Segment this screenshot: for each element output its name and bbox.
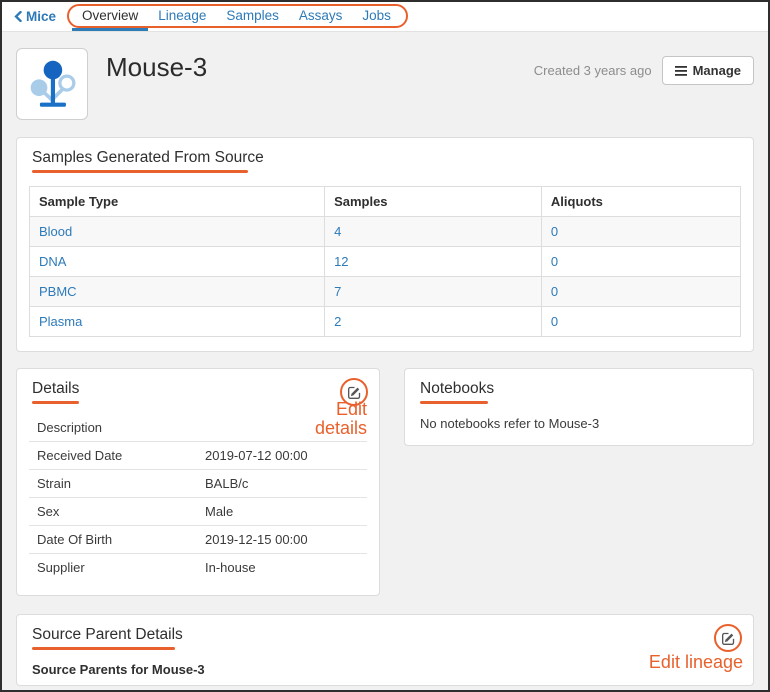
details-panel-heading: Details <box>29 380 79 398</box>
detail-row: Sex Male <box>29 498 367 526</box>
aliquots-count-link[interactable]: 0 <box>551 254 558 269</box>
page-title: Mouse-3 <box>106 52 207 83</box>
detail-value: 2019-12-15 00:00 <box>197 526 367 554</box>
edit-details-button[interactable] <box>340 378 368 406</box>
edit-pencil-icon <box>721 631 736 646</box>
annotation-underline-samples <box>32 170 248 173</box>
samples-summary-table: Sample Type Samples Aliquots Blood 4 0 D… <box>29 186 741 337</box>
detail-value: In-house <box>197 554 367 582</box>
aliquots-count-link[interactable]: 0 <box>551 284 558 299</box>
notebooks-empty-text: No notebooks refer to Mouse-3 <box>417 416 741 431</box>
table-header-row: Sample Type Samples Aliquots <box>30 187 741 217</box>
annotation-underline-source-parents <box>32 647 175 650</box>
created-timestamp: Created 3 years ago <box>534 63 652 78</box>
detail-row: Date Of Birth 2019-12-15 00:00 <box>29 526 367 554</box>
detail-label: Received Date <box>29 442 197 470</box>
source-parents-subheading: Source Parents for Mouse-3 <box>29 662 741 677</box>
table-row: DNA 12 0 <box>30 247 741 277</box>
samples-panel-heading: Samples Generated From Source <box>29 149 264 167</box>
detail-row: Supplier In-house <box>29 554 367 582</box>
edit-lineage-button[interactable] <box>714 624 742 652</box>
sample-type-link[interactable]: Plasma <box>39 314 82 329</box>
detail-label: Sex <box>29 498 197 526</box>
details-panel: Details Edit details Descr <box>16 368 380 596</box>
aliquots-count-link[interactable]: 0 <box>551 224 558 239</box>
samples-count-link[interactable]: 4 <box>334 224 341 239</box>
samples-count-link[interactable]: 7 <box>334 284 341 299</box>
tab-jobs[interactable]: Jobs <box>352 2 401 31</box>
edit-details-control <box>340 378 368 406</box>
detail-row: Received Date 2019-07-12 00:00 <box>29 442 367 470</box>
table-row: PBMC 7 0 <box>30 277 741 307</box>
samples-count-link[interactable]: 12 <box>334 254 348 269</box>
details-table: Description Received Date 2019-07-12 00:… <box>29 414 367 581</box>
manage-button-label: Manage <box>693 63 741 78</box>
edit-pencil-icon <box>347 385 362 400</box>
detail-value: 2019-07-12 00:00 <box>197 442 367 470</box>
detail-value <box>197 414 367 442</box>
detail-label: Strain <box>29 470 197 498</box>
notebooks-panel-heading: Notebooks <box>417 380 494 398</box>
detail-row: Strain BALB/c <box>29 470 367 498</box>
column-header-samples: Samples <box>325 187 542 217</box>
tab-bar: Overview Lineage Samples Assays Jobs <box>72 2 401 31</box>
tab-samples[interactable]: Samples <box>216 2 289 31</box>
tab-overview[interactable]: Overview <box>72 2 148 31</box>
column-header-aliquots: Aliquots <box>541 187 740 217</box>
detail-row: Description <box>29 414 367 442</box>
page-header: Mouse-3 Created 3 years ago Manage <box>16 48 754 120</box>
aliquots-count-link[interactable]: 0 <box>551 314 558 329</box>
back-link-label: Mice <box>26 9 56 24</box>
top-nav: Mice Overview Lineage Samples Assays Job… <box>2 2 768 32</box>
samples-count-link[interactable]: 2 <box>334 314 341 329</box>
table-row: Plasma 2 0 <box>30 307 741 337</box>
table-row: Blood 4 0 <box>30 217 741 247</box>
manage-button[interactable]: Manage <box>662 56 754 85</box>
source-parents-heading: Source Parent Details <box>29 626 183 644</box>
edit-lineage-control <box>714 624 742 652</box>
page-body: Mouse-3 Created 3 years ago Manage Sampl… <box>2 48 768 686</box>
hamburger-menu-icon <box>675 66 687 76</box>
detail-value: Male <box>197 498 367 526</box>
sample-type-link[interactable]: PBMC <box>39 284 77 299</box>
back-to-mice-link[interactable]: Mice <box>14 2 56 31</box>
annotation-underline-details <box>32 401 79 404</box>
chevron-left-icon <box>14 11 22 22</box>
lineage-tree-icon <box>26 58 78 110</box>
annotation-underline-notebooks <box>420 401 488 404</box>
sample-type-link[interactable]: Blood <box>39 224 72 239</box>
detail-value: BALB/c <box>197 470 367 498</box>
header-actions: Created 3 years ago Manage <box>534 56 754 85</box>
sample-type-link[interactable]: DNA <box>39 254 66 269</box>
notebooks-panel: Notebooks No notebooks refer to Mouse-3 <box>404 368 754 446</box>
column-header-sample-type: Sample Type <box>30 187 325 217</box>
detail-label: Description <box>29 414 197 442</box>
source-avatar <box>16 48 88 120</box>
detail-label: Supplier <box>29 554 197 582</box>
samples-generated-panel: Samples Generated From Source Sample Typ… <box>16 137 754 352</box>
source-parent-details-panel: Source Parent Details Edit lineage Sourc… <box>16 614 754 686</box>
tab-assays[interactable]: Assays <box>289 2 353 31</box>
detail-label: Date Of Birth <box>29 526 197 554</box>
tab-lineage[interactable]: Lineage <box>148 2 216 31</box>
